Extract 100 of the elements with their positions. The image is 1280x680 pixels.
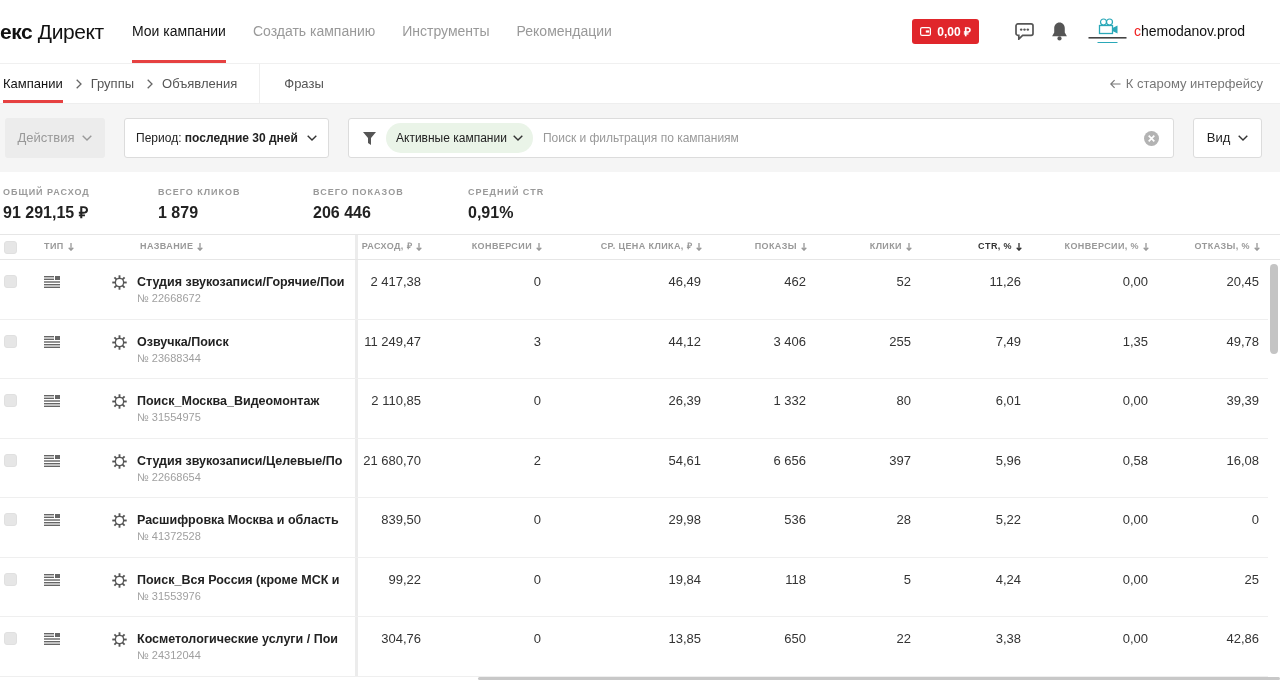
search-input[interactable]: Поиск и фильтрация по кампаниям <box>542 124 1144 152</box>
view-dropdown[interactable]: Вид <box>1193 118 1262 158</box>
campaign-name-link[interactable]: Озвучка/Поиск <box>137 333 229 350</box>
logo[interactable]: екс Директ <box>0 18 104 45</box>
column-header[interactable]: CTR, % <box>978 240 1022 254</box>
metric-value: 44,12 <box>668 333 701 350</box>
stat-label: СРЕДНИЙ CTR <box>468 187 545 198</box>
arrow-left-icon <box>1109 78 1121 89</box>
metric-value: 11,26 <box>989 274 1021 290</box>
metric-value: 0,00 <box>1122 274 1148 290</box>
metric-value: 0 <box>533 274 541 290</box>
metric-value: 52 <box>896 274 911 290</box>
text-block-icon <box>44 454 60 467</box>
metric-value: 29,98 <box>668 512 701 528</box>
campaign-name-link[interactable]: Студия звукозаписи/Горячие/Пои <box>137 274 345 290</box>
metric-value: 536 <box>784 512 806 528</box>
sort-arrow-icon <box>1254 243 1260 251</box>
breadcrumb-tab[interactable]: Группы <box>90 64 135 103</box>
gear-icon[interactable] <box>112 394 127 409</box>
metric-value: 3 406 <box>773 333 806 350</box>
search-bar[interactable]: Активные кампании Поиск и фильтрация по кампаниям <box>348 118 1174 158</box>
metric-value: 0 <box>533 512 541 528</box>
metric-value: 0 <box>1251 512 1259 528</box>
metric-value: 0 <box>533 393 541 409</box>
metric-value: 397 <box>889 452 911 469</box>
metric-value: 0,00 <box>1122 393 1148 409</box>
campaign-number: № 31553976 <box>137 589 201 603</box>
sort-arrow-icon <box>801 243 807 251</box>
filter-chip[interactable]: Активные кампании <box>386 123 533 153</box>
gear-icon[interactable] <box>112 513 127 528</box>
row-checkbox[interactable] <box>4 394 17 407</box>
scrollbar-thumb[interactable] <box>1270 264 1278 354</box>
metric-value: 3 <box>533 333 541 350</box>
old-interface-link[interactable]: К старому интерфейсу <box>1109 73 1263 94</box>
nav-tab[interactable]: Мои кампании <box>132 0 226 63</box>
text-block-icon <box>44 395 60 407</box>
chevron-down-icon <box>306 135 317 141</box>
phrases-tab[interactable]: Фразы <box>284 64 324 103</box>
bell-icon[interactable] <box>1050 22 1068 41</box>
chat-icon[interactable] <box>1014 23 1034 40</box>
row-checkbox[interactable] <box>4 453 17 467</box>
campaign-number: № 22668654 <box>137 470 201 484</box>
gear-icon[interactable] <box>112 632 127 647</box>
metric-value: 0,58 <box>1122 452 1148 469</box>
breadcrumb-tab[interactable]: Объявления <box>162 64 238 103</box>
metric-value: 26,39 <box>668 393 701 409</box>
balance-button[interactable]: 0,00 ₽ <box>912 19 979 44</box>
metric-value: 7,49 <box>995 333 1021 350</box>
metric-value: 255 <box>889 333 911 350</box>
metric-value: 0 <box>533 571 541 588</box>
metric-value: 5,22 <box>995 512 1021 528</box>
period-dropdown[interactable]: Период: последние 30 дней <box>124 118 329 158</box>
metric-value: 49,78 <box>1226 333 1259 350</box>
campaign-name-link[interactable]: Поиск_Москва_Видеомонтаж <box>137 393 320 409</box>
filter-icon[interactable] <box>363 131 376 145</box>
row-checkbox[interactable] <box>4 513 17 526</box>
sort-arrow-icon <box>1016 243 1022 251</box>
gear-icon[interactable] <box>112 334 127 350</box>
text-block-icon <box>44 573 60 586</box>
metric-value: 54,61 <box>668 452 701 469</box>
metric-value: 2 <box>533 452 541 469</box>
sort-arrow-icon <box>696 243 702 251</box>
metric-value: 6 656 <box>773 452 806 469</box>
metric-value: 839,50 <box>381 512 421 528</box>
campaign-name-link[interactable]: Поиск_Вся Россия (кроме МСК и <box>137 571 340 588</box>
stat-label: ВСЕГО ПОКАЗОВ <box>313 187 404 198</box>
chevron-down-icon <box>82 135 93 141</box>
metric-value: 4,24 <box>995 571 1021 588</box>
campaign-name-link[interactable]: Косметологические услуги / Пои <box>137 631 338 647</box>
metric-value: 1 332 <box>773 393 806 409</box>
metric-value: 5,96 <box>995 452 1021 469</box>
username[interactable]: chemodanov.prod <box>1133 21 1245 42</box>
stat-label: ВСЕГО КЛИКОВ <box>158 187 241 198</box>
metric-value: 99,22 <box>388 571 421 588</box>
campaign-name-link[interactable]: Студия звукозаписи/Целевые/По <box>137 452 343 469</box>
metric-value: 46,49 <box>668 274 701 290</box>
text-block-icon <box>44 276 60 288</box>
gear-icon[interactable] <box>112 275 127 290</box>
row-checkbox[interactable] <box>4 632 17 645</box>
camera-logo-icon[interactable] <box>1086 17 1128 46</box>
metric-value: 39,39 <box>1226 393 1259 409</box>
sort-arrow-icon <box>1143 243 1149 251</box>
row-checkbox[interactable] <box>4 334 17 348</box>
metric-value: 1,35 <box>1122 333 1148 350</box>
metric-value: 19,84 <box>668 571 701 588</box>
select-all-checkbox[interactable] <box>4 240 17 254</box>
gear-icon[interactable] <box>112 572 127 588</box>
metric-value: 11 249,47 <box>364 333 421 350</box>
metric-value: 462 <box>784 274 806 290</box>
stat-label: ОБЩИЙ РАСХОД <box>3 187 90 198</box>
metric-value: 22 <box>896 631 911 647</box>
text-block-icon <box>44 335 60 348</box>
row-checkbox[interactable] <box>4 572 17 586</box>
metric-value: 304,76 <box>381 631 421 647</box>
campaign-name-link[interactable]: Расшифровка Москва и область <box>137 512 339 528</box>
chevron-down-icon <box>1238 135 1249 141</box>
chevron-right-icon <box>75 78 82 89</box>
row-checkbox[interactable] <box>4 275 17 288</box>
gear-icon[interactable] <box>112 453 127 469</box>
scrollbar-thumb[interactable] <box>478 676 1280 680</box>
